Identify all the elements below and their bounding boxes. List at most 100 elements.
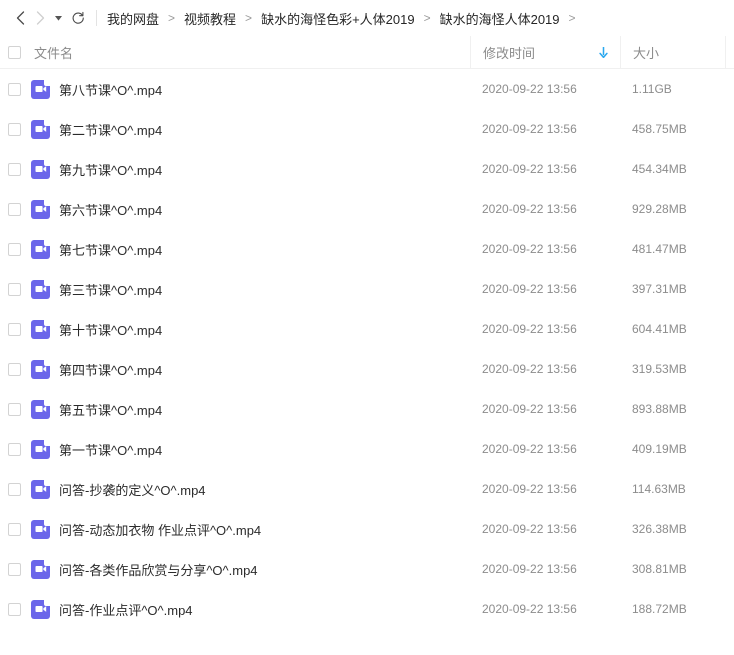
file-name-label[interactable]: 第七节课^O^.mp4 — [59, 240, 162, 259]
file-size: 458.75MB — [632, 122, 687, 136]
column-header-modified-time-label: 修改时间 — [483, 45, 536, 61]
file-name-label[interactable]: 问答-作业点评^O^.mp4 — [59, 600, 193, 619]
video-file-icon — [31, 199, 50, 219]
file-name-cell: 问答-动态加衣物 作业点评^O^.mp4 — [28, 519, 470, 539]
table-row[interactable]: 第四节课^O^.mp4 2020-09-22 13:56 319.53MB — [0, 349, 734, 389]
row-checkbox-cell — [0, 402, 28, 416]
file-size: 454.34MB — [632, 162, 687, 176]
file-name-cell: 第九节课^O^.mp4 — [28, 159, 470, 179]
table-row[interactable]: 第三节课^O^.mp4 2020-09-22 13:56 397.31MB — [0, 269, 734, 309]
table-row[interactable]: 问答-动态加衣物 作业点评^O^.mp4 2020-09-22 13:56 326.… — [0, 509, 734, 549]
file-name-label[interactable]: 第二节课^O^.mp4 — [59, 120, 162, 139]
table-row[interactable]: 问答-抄袭的定义^O^.mp4 2020-09-22 13:56 114.63MB — [0, 469, 734, 509]
breadcrumb-separator: > — [568, 11, 576, 25]
video-file-icon — [31, 599, 50, 619]
file-name-cell: 第三节课^O^.mp4 — [28, 279, 470, 299]
file-list: 第八节课^O^.mp4 2020-09-22 13:56 1.11GB 第二节课^O^… — [0, 69, 734, 629]
file-modified-time: 2020-09-22 13:56 — [482, 242, 577, 256]
file-modified-time: 2020-09-22 13:56 — [482, 322, 577, 336]
file-name-label[interactable]: 第五节课^O^.mp4 — [59, 400, 162, 419]
back-button[interactable] — [10, 7, 30, 29]
row-checkbox[interactable] — [7, 122, 21, 136]
row-checkbox-cell — [0, 482, 28, 496]
file-name-cell: 第六节课^O^.mp4 — [28, 199, 470, 219]
row-checkbox[interactable] — [7, 442, 21, 456]
table-row[interactable]: 第六节课^O^.mp4 2020-09-22 13:56 929.28MB — [0, 189, 734, 229]
arrow-down-icon[interactable] — [599, 46, 608, 58]
file-size: 604.41MB — [632, 322, 687, 336]
video-file-icon — [31, 359, 50, 379]
column-header-name[interactable]: 文件名 — [28, 43, 470, 62]
table-row[interactable]: 第九节课^O^.mp4 2020-09-22 13:56 454.34MB — [0, 149, 734, 189]
file-name-label[interactable]: 第九节课^O^.mp4 — [59, 160, 162, 179]
table-row[interactable]: 第二节课^O^.mp4 2020-09-22 13:56 458.75MB — [0, 109, 734, 149]
table-row[interactable]: 第十节课^O^.mp4 2020-09-22 13:56 604.41MB — [0, 309, 734, 349]
select-all-checkbox[interactable] — [7, 45, 21, 59]
row-checkbox[interactable] — [7, 562, 21, 576]
file-name-cell: 第五节课^O^.mp4 — [28, 399, 470, 419]
file-name-cell: 第八节课^O^.mp4 — [28, 79, 470, 99]
row-checkbox[interactable] — [7, 322, 21, 336]
table-row[interactable]: 第八节课^O^.mp4 2020-09-22 13:56 1.11GB — [0, 69, 734, 109]
chevron-right-icon — [36, 11, 45, 25]
row-checkbox[interactable] — [7, 402, 21, 416]
forward-button[interactable] — [30, 7, 50, 29]
toolbar-divider — [96, 10, 97, 26]
file-size: 188.72MB — [632, 602, 687, 616]
row-checkbox[interactable] — [7, 82, 21, 96]
breadcrumb-item-1[interactable]: 视频教程 — [184, 8, 236, 29]
file-size: 319.53MB — [632, 362, 687, 376]
table-row[interactable]: 第五节课^O^.mp4 2020-09-22 13:56 893.88MB — [0, 389, 734, 429]
row-checkbox-cell — [0, 322, 28, 336]
row-checkbox-cell — [0, 442, 28, 456]
row-checkbox-cell — [0, 282, 28, 296]
file-size: 481.47MB — [632, 242, 687, 256]
breadcrumb-separator: > — [168, 11, 176, 25]
file-name-label[interactable]: 第四节课^O^.mp4 — [59, 360, 162, 379]
file-modified-time: 2020-09-22 13:56 — [482, 82, 577, 96]
file-name-label[interactable]: 问答-动态加衣物 作业点评^O^.mp4 — [59, 520, 261, 539]
row-checkbox[interactable] — [7, 282, 21, 296]
table-row[interactable]: 问答-各类作品欣赏与分享^O^.mp4 2020-09-22 13:56 308.8… — [0, 549, 734, 589]
file-name-label[interactable]: 第六节课^O^.mp4 — [59, 200, 162, 219]
row-checkbox-cell — [0, 242, 28, 256]
column-header-modified-time[interactable]: 修改时间 — [470, 35, 620, 69]
chevron-left-icon — [16, 11, 25, 25]
file-modified-time: 2020-09-22 13:56 — [482, 602, 577, 616]
row-checkbox[interactable] — [7, 242, 21, 256]
file-size: 308.81MB — [632, 562, 687, 576]
breadcrumb-item-3[interactable]: 缺水的海怪人体2019 — [440, 8, 560, 29]
file-modified-time: 2020-09-22 13:56 — [482, 282, 577, 296]
file-name-label[interactable]: 问答-各类作品欣赏与分享^O^.mp4 — [59, 560, 258, 579]
file-size: 1.11GB — [632, 82, 672, 96]
refresh-button[interactable] — [68, 7, 88, 29]
history-dropdown-button[interactable] — [50, 7, 66, 29]
file-name-label[interactable]: 第八节课^O^.mp4 — [59, 80, 162, 99]
row-checkbox[interactable] — [7, 602, 21, 616]
table-row[interactable]: 问答-作业点评^O^.mp4 2020-09-22 13:56 188.72MB — [0, 589, 734, 629]
row-checkbox-cell — [0, 362, 28, 376]
file-name-label[interactable]: 第三节课^O^.mp4 — [59, 280, 162, 299]
video-file-icon — [31, 479, 50, 499]
table-row[interactable]: 第七节课^O^.mp4 2020-09-22 13:56 481.47MB — [0, 229, 734, 269]
file-name-label[interactable]: 问答-抄袭的定义^O^.mp4 — [59, 480, 206, 499]
row-checkbox[interactable] — [7, 362, 21, 376]
row-checkbox[interactable] — [7, 202, 21, 216]
video-file-icon — [31, 279, 50, 299]
select-all-cell — [0, 45, 28, 59]
video-file-icon — [31, 79, 50, 99]
file-size: 397.31MB — [632, 282, 687, 296]
file-modified-time: 2020-09-22 13:56 — [482, 162, 577, 176]
column-header-size[interactable]: 大小 — [620, 35, 725, 69]
row-checkbox[interactable] — [7, 482, 21, 496]
row-checkbox-cell — [0, 122, 28, 136]
breadcrumb-item-2[interactable]: 缺水的海怪色彩+人体2019 — [261, 8, 415, 29]
row-checkbox[interactable] — [7, 522, 21, 536]
file-name-cell: 第十节课^O^.mp4 — [28, 319, 470, 339]
navigation-bar: 我的网盘 > 视频教程 > 缺水的海怪色彩+人体2019 > 缺水的海怪人体20… — [0, 0, 734, 36]
breadcrumb-item-0[interactable]: 我的网盘 — [107, 8, 159, 29]
file-name-label[interactable]: 第一节课^O^.mp4 — [59, 440, 162, 459]
file-name-label[interactable]: 第十节课^O^.mp4 — [59, 320, 162, 339]
row-checkbox[interactable] — [7, 162, 21, 176]
table-row[interactable]: 第一节课^O^.mp4 2020-09-22 13:56 409.19MB — [0, 429, 734, 469]
